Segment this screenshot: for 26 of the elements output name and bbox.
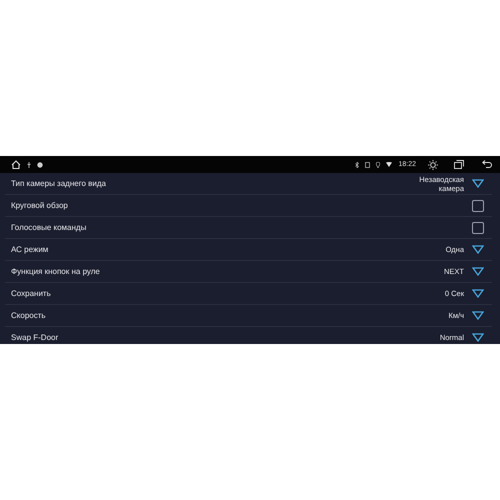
setting-label: Скорость (11, 311, 47, 320)
location-icon (376, 162, 380, 168)
dropdown-triangle-icon[interactable] (472, 311, 484, 320)
notification-dot-icon (37, 162, 43, 168)
setting-label: Сохранить (11, 289, 52, 298)
checkbox[interactable] (472, 200, 484, 212)
setting-label: Тип камеры заднего вида (11, 179, 107, 188)
dropdown-triangle-icon[interactable] (472, 245, 484, 254)
checkbox[interactable] (472, 222, 484, 234)
dropdown-triangle-icon[interactable] (472, 267, 484, 276)
recent-apps-icon[interactable] (454, 160, 464, 169)
usb-icon (27, 162, 31, 168)
brightness-icon[interactable] (428, 160, 438, 170)
home-icon[interactable] (11, 160, 21, 169)
bluetooth-icon (355, 162, 360, 168)
back-icon[interactable] (482, 160, 492, 169)
setting-label: АС режим (11, 245, 50, 254)
setting-label: Swap F-Door (11, 333, 60, 342)
signal-icon (365, 162, 370, 168)
dropdown-triangle-icon[interactable] (472, 179, 484, 188)
dropdown-triangle-icon[interactable] (472, 333, 484, 342)
setting-label: Функция кнопок на руле (11, 267, 101, 276)
setting-label: Голосовые команды (11, 223, 88, 232)
dropdown-triangle-icon[interactable] (472, 289, 484, 298)
setting-label: Круговой обзор (11, 201, 69, 210)
wifi-icon (386, 162, 392, 167)
